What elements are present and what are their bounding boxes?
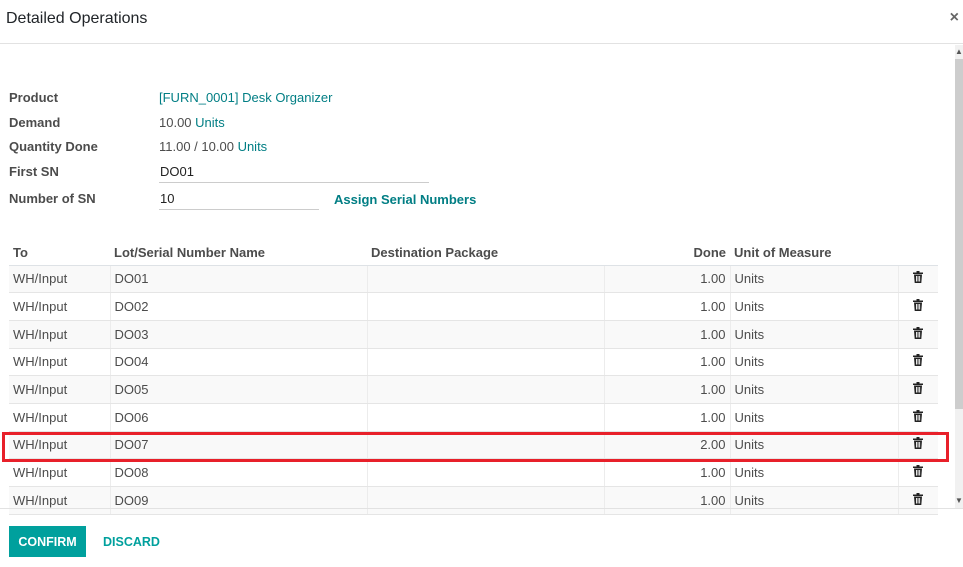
cell-uom[interactable]: Units	[729, 403, 898, 432]
cell-lot[interactable]: DO04	[109, 348, 367, 377]
scroll-down-arrow-icon[interactable]: ▼	[955, 494, 963, 508]
demand-label: Demand	[9, 115, 61, 130]
cell-package[interactable]	[366, 458, 604, 487]
header-package[interactable]: Destination Package	[367, 240, 604, 266]
cell-package[interactable]	[366, 320, 604, 349]
operations-table: To Lot/Serial Number Name Destination Pa…	[9, 240, 938, 515]
cell-package[interactable]	[366, 292, 604, 321]
modal-footer: CONFIRM DISCARD	[0, 508, 963, 567]
demand-value: 10.00 Units	[159, 115, 225, 130]
cell-done[interactable]: 1.00	[603, 375, 730, 404]
table-row[interactable]: WH/Input DO05 1.00 Units	[9, 375, 938, 404]
table-row[interactable]: WH/Input DO02 1.00 Units	[9, 292, 938, 321]
trash-icon[interactable]	[913, 354, 924, 367]
table-row[interactable]: WH/Input DO08 1.00 Units	[9, 458, 938, 487]
cell-done[interactable]: 1.00	[603, 403, 730, 432]
cell-done[interactable]: 1.00	[603, 458, 730, 487]
trash-icon[interactable]	[913, 271, 924, 284]
cell-to[interactable]: WH/Input	[9, 348, 110, 377]
confirm-button[interactable]: CONFIRM	[9, 526, 86, 557]
demand-quantity: 10.00	[159, 115, 192, 130]
discard-button[interactable]: DISCARD	[97, 526, 166, 557]
cell-uom[interactable]: Units	[729, 458, 898, 487]
table-row[interactable]: WH/Input DO03 1.00 Units	[9, 320, 938, 349]
cell-delete	[897, 375, 938, 404]
cell-package[interactable]	[366, 265, 604, 294]
scrollbar[interactable]: ▲ ▼	[955, 45, 963, 508]
cell-done[interactable]: 1.00	[603, 320, 730, 349]
modal-title: Detailed Operations	[6, 10, 148, 27]
cell-lot[interactable]: DO01	[109, 265, 367, 294]
header-lot[interactable]: Lot/Serial Number Name	[110, 240, 367, 266]
table-row[interactable]: WH/Input DO04 1.00 Units	[9, 348, 938, 377]
cell-package[interactable]	[366, 403, 604, 432]
cell-to[interactable]: WH/Input	[9, 458, 110, 487]
trash-icon[interactable]	[913, 299, 924, 312]
qty-done-label: Quantity Done	[9, 139, 98, 154]
cell-package[interactable]	[366, 375, 604, 404]
header-delete	[898, 240, 938, 266]
cell-uom[interactable]: Units	[729, 320, 898, 349]
cell-to[interactable]: WH/Input	[9, 431, 110, 460]
modal-header: Detailed Operations ×	[0, 0, 963, 44]
cell-to[interactable]: WH/Input	[9, 320, 110, 349]
cell-to[interactable]: WH/Input	[9, 375, 110, 404]
scroll-up-arrow-icon[interactable]: ▲	[955, 45, 963, 59]
table-row[interactable]: WH/Input DO01 1.00 Units	[9, 265, 938, 294]
cell-package[interactable]	[366, 431, 604, 460]
product-link[interactable]: [FURN_0001] Desk Organizer	[159, 90, 332, 105]
table-header-row: To Lot/Serial Number Name Destination Pa…	[9, 240, 938, 266]
demand-uom: Units	[195, 115, 225, 130]
cell-delete	[897, 403, 938, 432]
cell-lot[interactable]: DO03	[109, 320, 367, 349]
first-sn-label: First SN	[9, 164, 59, 179]
cell-done[interactable]: 1.00	[603, 265, 730, 294]
cell-done[interactable]: 1.00	[603, 348, 730, 377]
number-sn-label: Number of SN	[9, 191, 96, 206]
cell-uom[interactable]: Units	[729, 348, 898, 377]
cell-lot[interactable]: DO07	[109, 431, 367, 460]
cell-delete	[897, 348, 938, 377]
header-to[interactable]: To	[9, 240, 110, 266]
cell-delete	[897, 431, 938, 460]
cell-uom[interactable]: Units	[729, 265, 898, 294]
cell-done[interactable]: 1.00	[603, 292, 730, 321]
trash-icon[interactable]	[913, 382, 924, 395]
cell-package[interactable]	[366, 348, 604, 377]
cell-uom[interactable]: Units	[729, 292, 898, 321]
cell-uom[interactable]: Units	[729, 375, 898, 404]
trash-icon[interactable]	[913, 492, 924, 505]
qty-done-quantity: 11.00 / 10.00	[159, 139, 234, 154]
header-uom[interactable]: Unit of Measure	[730, 240, 898, 266]
cell-to[interactable]: WH/Input	[9, 265, 110, 294]
trash-icon[interactable]	[913, 326, 924, 339]
cell-lot[interactable]: DO08	[109, 458, 367, 487]
scroll-thumb[interactable]	[955, 59, 963, 409]
cell-lot[interactable]: DO02	[109, 292, 367, 321]
cell-lot[interactable]: DO05	[109, 375, 367, 404]
cell-to[interactable]: WH/Input	[9, 292, 110, 321]
trash-icon[interactable]	[913, 409, 924, 422]
cell-delete	[897, 265, 938, 294]
table-row[interactable]: WH/Input DO06 1.00 Units	[9, 403, 938, 432]
number-sn-input[interactable]	[159, 191, 319, 210]
first-sn-input[interactable]	[159, 164, 429, 183]
header-done[interactable]: Done	[604, 240, 730, 266]
product-label: Product	[9, 90, 59, 105]
trash-icon[interactable]	[913, 437, 924, 450]
cell-done[interactable]: 2.00	[603, 431, 730, 460]
cell-delete	[897, 458, 938, 487]
cell-delete	[897, 320, 938, 349]
cell-to[interactable]: WH/Input	[9, 403, 110, 432]
cell-uom[interactable]: Units	[729, 431, 898, 460]
table-row[interactable]: WH/Input DO07 2.00 Units	[9, 431, 938, 460]
trash-icon[interactable]	[913, 465, 924, 478]
qty-done-value: 11.00 / 10.00 Units	[159, 139, 267, 154]
assign-serial-numbers-button[interactable]: Assign Serial Numbers	[334, 192, 476, 207]
cell-lot[interactable]: DO06	[109, 403, 367, 432]
close-icon[interactable]: ×	[950, 9, 959, 27]
cell-delete	[897, 292, 938, 321]
qty-done-uom: Units	[237, 139, 268, 154]
